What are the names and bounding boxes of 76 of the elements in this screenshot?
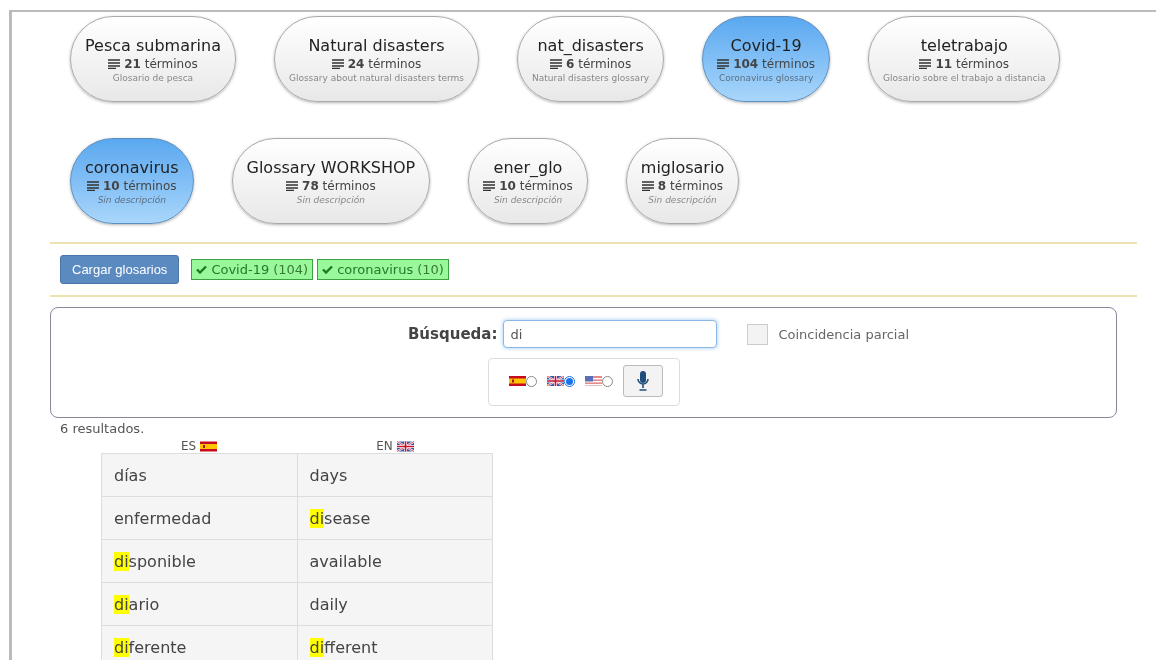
term-count: 10 términos [499,178,573,193]
list-icon [483,180,496,191]
language-radio[interactable] [563,375,575,387]
microphone-icon [636,370,649,392]
language-radio[interactable] [601,375,613,387]
table-cell: disease [297,496,493,540]
table-cell: disponible [101,539,297,583]
term-count: 104 términos [733,56,816,71]
table-cell: daily [297,582,493,626]
term-count: 21 términos [124,56,198,71]
column-header: ES [180,439,197,453]
table-cell: available [297,539,493,583]
glossary-description: Sin descripción [648,194,717,205]
term-count: 10 términos [102,178,177,193]
check-icon [322,265,334,274]
glossary-description: Coronavirus glossary [718,72,814,83]
list-icon [919,58,932,69]
loaded-glossary-tag: Covid-19 (104) [191,259,314,280]
glossary-description: Sin descripción [97,194,166,205]
spain-flag-icon [200,440,218,452]
glossary-card[interactable]: Natural disasters 24 términos Glossary about natural disasters terms [273,16,480,102]
glossary-description: Glosario sobre el trabajo a distancia [883,72,1046,83]
table-cell: enfermedad [101,496,297,540]
partial-match-checkbox[interactable] [747,323,769,345]
glossary-description: Natural disasters glossary [532,72,650,83]
partial-match-label: Coincidencia parcial [778,326,910,342]
table-cell: days [297,453,493,497]
glossary-card[interactable]: Pesca submarina 21 términos Glosario de pesca [70,16,236,102]
table-cell: diferente [101,625,297,660]
glossary-name: nat_disasters [537,35,644,55]
glossary-name: Glossary WORKSHOP [246,157,416,177]
microphone-button[interactable] [622,365,663,397]
glossary-name: Covid-19 [730,35,802,55]
glossary-card[interactable]: nat_disasters 6 términos Natural disasters glossary [517,16,665,102]
glossary-name: teletrabajo [920,35,1008,55]
term-count: 8 términos [657,178,724,193]
list-icon [331,58,344,69]
glossary-description: Sin descripción [296,194,365,205]
term-count: 6 términos [566,56,632,71]
list-icon [550,58,562,69]
result-count: 6 resultados. [60,421,146,436]
table-cell: días [101,453,297,497]
us-flag-icon [584,376,602,386]
glossary-name: ener_glo [493,157,563,177]
glossary-name: Pesca submarina [85,35,221,55]
list-icon [717,58,730,69]
list-icon [641,180,654,191]
glossary-card[interactable]: ener_glo 10 términos Sin descripción [468,138,588,224]
spain-flag-icon [508,376,526,386]
language-radio[interactable] [525,375,537,387]
uk-flag-icon [546,376,564,386]
search-field[interactable]: di [503,320,718,348]
glossary-description: Glosario de pesca [112,72,194,83]
check-icon [196,265,208,274]
term-count: 11 términos [935,56,1010,71]
list-icon [108,58,121,69]
glossary-description: Glossary about natural disasters terms [288,72,465,83]
term-count: 78 términos [302,178,376,193]
table-cell: diario [101,582,297,626]
column-header: EN [376,439,393,453]
glossary-card[interactable]: Covid-19 104 términos Coronavirus glossary [702,16,831,102]
loaded-glossary-tag: coronavirus (10) [317,259,449,280]
load-glossaries-button[interactable]: Cargar glosarios [60,255,180,284]
glossary-name: miglosario [640,157,725,177]
search-label: Búsqueda: [407,325,498,343]
glossary-card[interactable]: teletrabajo 11 términos Glosario sobre el trabajo a distancia [868,16,1061,102]
glossary-card[interactable]: coronavirus 10 términos Sin descripción [70,138,194,224]
glossary-card[interactable]: miglosario 8 términos Sin descripción [625,138,740,224]
list-icon [286,180,299,191]
glossary-description: Sin descripción [493,194,563,205]
uk-flag-icon [396,440,414,452]
glossary-card[interactable]: Glossary WORKSHOP 78 términos Sin descripción [231,138,431,224]
term-count: 24 términos [347,56,422,71]
list-icon [86,180,99,191]
glossary-name: coronavirus [85,157,179,177]
glossary-name: Natural disasters [308,35,445,55]
